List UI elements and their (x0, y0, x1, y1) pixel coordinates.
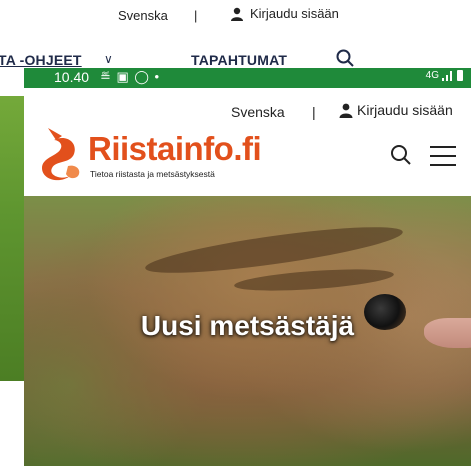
topbar-separator: | (312, 104, 316, 120)
login-label: Kirjaudu sisään (357, 102, 453, 118)
hero-image-detail (233, 265, 395, 295)
fox-logo-icon (42, 128, 80, 181)
nav-item-tapahtumat[interactable]: TAPAHTUMAT (191, 52, 287, 68)
menu-icon[interactable] (430, 146, 456, 166)
battery-icon (457, 70, 463, 81)
topbar-separator: | (194, 8, 198, 23)
nav-item-ohjeet[interactable]: TA -OHJEET (0, 52, 82, 68)
logo-wordmark: Riistainfo.fi (88, 130, 262, 167)
language-link[interactable]: Svenska (231, 104, 285, 120)
background-topbar: Svenska | Kirjaudu sisään (0, 0, 471, 30)
status-bar: 10.40 ≝ ▣ ◯ • 4G (24, 68, 471, 88)
login-link[interactable]: Kirjaudu sisään (339, 102, 453, 118)
user-icon (231, 7, 243, 21)
network-label: 4G (425, 70, 439, 81)
notification-icons: ≝ ▣ ◯ • (100, 69, 161, 84)
hero-banner[interactable]: Uusi metsästäjä (24, 196, 471, 466)
search-icon[interactable] (390, 144, 412, 166)
logo-tagline: Tietoa riistasta ja metsästyksestä (90, 169, 215, 179)
phone-screenshot: 10.40 ≝ ▣ ◯ • 4G Svenska | Kirjaudu sisä… (24, 68, 471, 466)
search-icon[interactable] (335, 48, 355, 68)
language-link[interactable]: Svenska (118, 8, 168, 23)
status-time: 10.40 (54, 69, 90, 85)
user-icon (339, 103, 353, 118)
site-logo[interactable]: Riistainfo.fi Tietoa riistasta ja metsäs… (38, 126, 262, 186)
background-nav: TA -OHJEET ∨ TAPAHTUMAT (0, 48, 471, 70)
background-hero-image (0, 96, 26, 381)
signal-icon (442, 70, 452, 81)
login-link[interactable]: Kirjaudu sisään (230, 6, 339, 21)
hero-title: Uusi metsästäjä (140, 310, 355, 341)
chevron-down-icon[interactable]: ∨ (104, 52, 113, 66)
login-label: Kirjaudu sisään (250, 6, 339, 21)
status-right: 4G (426, 70, 463, 81)
